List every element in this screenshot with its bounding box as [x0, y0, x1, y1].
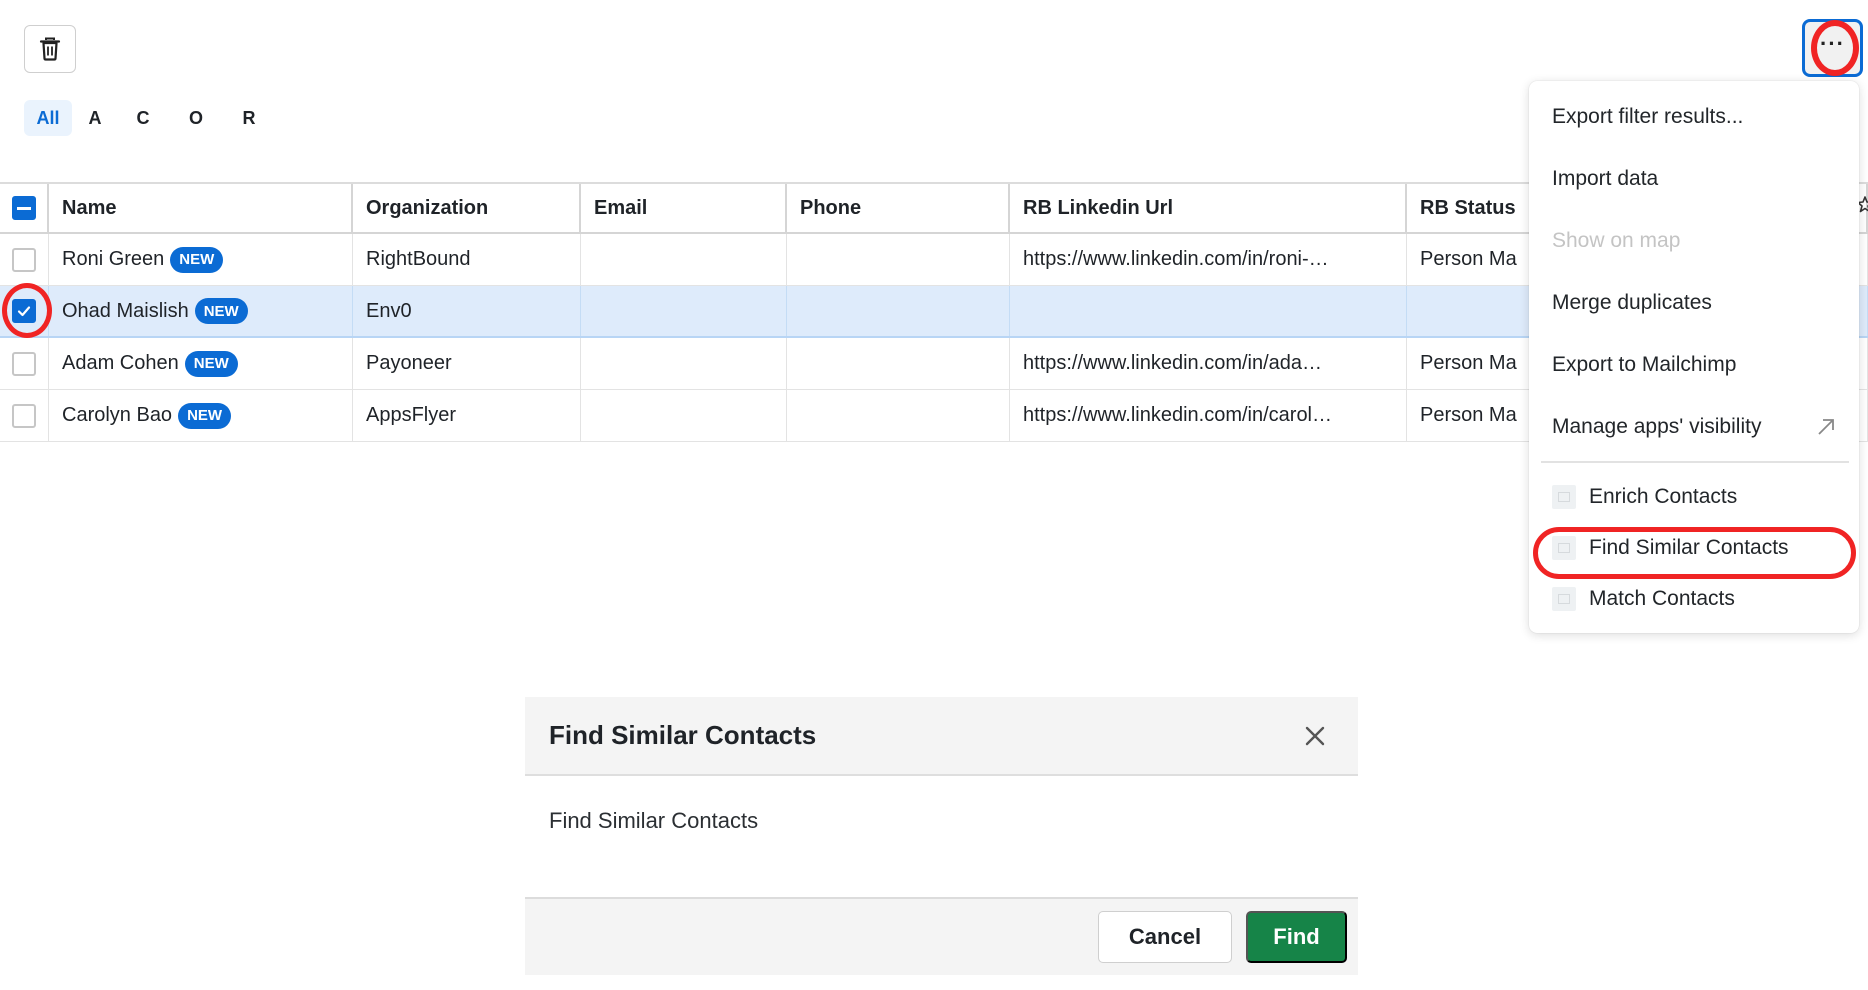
- close-button[interactable]: [1302, 723, 1328, 749]
- name-cell[interactable]: Carolyn Bao NEW: [49, 390, 353, 441]
- dialog-title: Find Similar Contacts: [549, 720, 817, 750]
- new-badge: NEW: [194, 298, 248, 324]
- name-cell[interactable]: Ohad Maislish NEW: [49, 286, 353, 336]
- checkmark-icon: [17, 306, 31, 317]
- alpha-tab-c[interactable]: C: [118, 100, 168, 136]
- menu-item-show-on-map: Show on map: [1529, 210, 1859, 272]
- menu-app-label: Match Contacts: [1589, 586, 1735, 610]
- contact-name: Roni Green: [62, 248, 165, 270]
- menu-app-label: Enrich Contacts: [1589, 484, 1738, 508]
- menu-item-label: Export to Mailchimp: [1552, 353, 1737, 376]
- row-select-cell: [0, 234, 49, 285]
- name-cell[interactable]: Adam Cohen NEW: [49, 338, 353, 389]
- menu-item-label: Show on map: [1552, 229, 1681, 252]
- close-icon: [1305, 726, 1325, 745]
- row-select-cell: [0, 338, 49, 389]
- phone-cell[interactable]: [787, 390, 1010, 441]
- menu-item-label: Export filter results...: [1552, 105, 1744, 128]
- column-header-name[interactable]: Name: [49, 184, 353, 232]
- organization-cell[interactable]: Payoneer: [353, 338, 581, 389]
- menu-item-export-to-mailchimp[interactable]: Export to Mailchimp: [1529, 334, 1859, 396]
- contact-name: Carolyn Bao: [62, 404, 173, 426]
- menu-app-find-similar-contacts[interactable]: Find Similar Contacts: [1529, 522, 1859, 573]
- menu-item-import-data[interactable]: Import data: [1529, 148, 1859, 210]
- ellipsis-icon: ···: [1820, 31, 1845, 56]
- email-cell[interactable]: [581, 338, 787, 389]
- row-checkbox-checked[interactable]: [12, 299, 36, 323]
- contact-name: Ohad Maislish: [62, 299, 189, 322]
- linkedin-url-cell[interactable]: https://www.linkedin.com/in/carol…: [1010, 390, 1407, 441]
- email-cell[interactable]: [581, 390, 787, 441]
- name-cell[interactable]: Roni Green NEW: [49, 234, 353, 285]
- select-all-checkbox[interactable]: [11, 196, 36, 220]
- menu-item-label: Import data: [1552, 167, 1659, 190]
- alpha-tab-a[interactable]: A: [72, 100, 118, 136]
- more-actions-menu: Export filter results... Import data Sho…: [1529, 81, 1859, 633]
- alpha-tab-all[interactable]: All: [24, 100, 72, 136]
- more-actions-button[interactable]: ···: [1802, 19, 1863, 77]
- menu-app-enrich-contacts[interactable]: Enrich Contacts: [1529, 471, 1859, 522]
- menu-item-label: Merge duplicates: [1552, 291, 1712, 314]
- column-header-linkedin-url[interactable]: RB Linkedin Url: [1010, 184, 1407, 232]
- email-cell[interactable]: [581, 286, 787, 336]
- app-icon: [1552, 535, 1576, 560]
- organization-cell[interactable]: AppsFlyer: [353, 390, 581, 441]
- column-header-organization[interactable]: Organization: [353, 184, 581, 232]
- find-similar-contacts-dialog: Find Similar Contacts Find Similar Conta…: [525, 697, 1358, 975]
- row-checkbox[interactable]: [12, 247, 36, 272]
- phone-cell[interactable]: [787, 338, 1010, 389]
- dialog-footer: Cancel Find: [525, 897, 1358, 975]
- new-badge: NEW: [184, 350, 238, 377]
- menu-app-label: Find Similar Contacts: [1589, 535, 1789, 559]
- email-cell[interactable]: [581, 234, 787, 285]
- app-icon: [1552, 484, 1576, 509]
- app-icon: [1552, 586, 1576, 611]
- menu-divider: [1541, 461, 1849, 463]
- new-badge: NEW: [170, 246, 224, 273]
- row-select-cell: [0, 286, 49, 336]
- menu-app-match-contacts[interactable]: Match Contacts: [1529, 573, 1859, 624]
- column-header-phone[interactable]: Phone: [787, 184, 1010, 232]
- external-arrow-icon: [1818, 419, 1834, 435]
- contact-name: Adam Cohen: [62, 352, 179, 374]
- dialog-body: Find Similar Contacts: [549, 808, 759, 833]
- menu-item-export-filter-results[interactable]: Export filter results...: [1529, 86, 1859, 148]
- find-button[interactable]: Find: [1246, 911, 1347, 963]
- alphabet-filter: All A C O R: [24, 100, 274, 136]
- organization-cell[interactable]: RightBound: [353, 234, 581, 285]
- linkedin-url-cell[interactable]: [1010, 286, 1407, 336]
- menu-item-merge-duplicates[interactable]: Merge duplicates: [1529, 272, 1859, 334]
- phone-cell[interactable]: [787, 234, 1010, 285]
- select-all-cell: [0, 184, 49, 232]
- menu-item-label: Manage apps' visibility: [1552, 415, 1762, 438]
- alpha-tab-o[interactable]: O: [168, 100, 224, 136]
- new-badge: NEW: [178, 402, 232, 429]
- alpha-tab-r[interactable]: R: [224, 100, 274, 136]
- phone-cell[interactable]: [787, 286, 1010, 336]
- linkedin-url-cell[interactable]: https://www.linkedin.com/in/roni-…: [1010, 234, 1407, 285]
- column-header-email[interactable]: Email: [581, 184, 787, 232]
- cancel-button[interactable]: Cancel: [1098, 911, 1232, 963]
- row-checkbox[interactable]: [12, 403, 36, 428]
- organization-cell[interactable]: Env0: [353, 286, 581, 336]
- row-checkbox[interactable]: [12, 351, 36, 376]
- menu-item-manage-apps-visibility[interactable]: Manage apps' visibility: [1529, 396, 1859, 458]
- trash-icon: [39, 37, 61, 61]
- row-select-cell: [0, 390, 49, 441]
- dialog-header: Find Similar Contacts: [525, 697, 1358, 776]
- delete-button[interactable]: [24, 25, 76, 73]
- linkedin-url-cell[interactable]: https://www.linkedin.com/in/ada…: [1010, 338, 1407, 389]
